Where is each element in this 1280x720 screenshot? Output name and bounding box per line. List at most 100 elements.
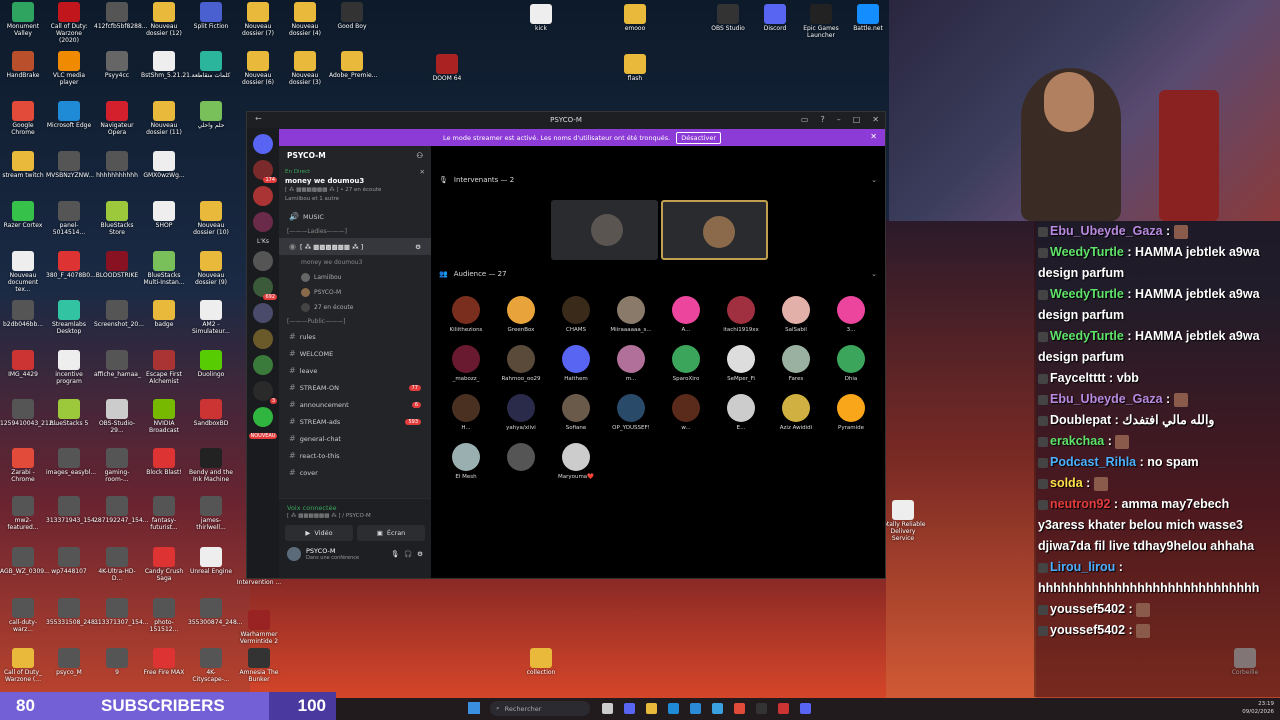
desktop-icon[interactable]: Nouveau dossier (3): [282, 51, 328, 86]
voice-connected-where[interactable]: [ ⁂ ▩▩▩▩▩▩ ⁂ ] / PSYCO-M: [287, 512, 423, 520]
speaker-tile-active[interactable]: [661, 200, 768, 260]
taskbar-search[interactable]: ⌕ Rechercher: [490, 701, 590, 716]
channel-item[interactable]: # react-to-this: [279, 447, 431, 464]
desktop-icon[interactable]: Call of Duty: Warzone (2020): [46, 2, 92, 44]
desktop-icon[interactable]: Battle.net: [845, 4, 891, 32]
audience-member[interactable]: H...: [442, 394, 490, 431]
channel-item[interactable]: # announcement 6: [279, 396, 431, 413]
desktop-icon[interactable]: flash: [612, 54, 658, 82]
store-icon[interactable]: [668, 703, 679, 714]
disable-streamer-mode-button[interactable]: Désactiver: [676, 131, 722, 144]
desktop-icon[interactable]: Duolingo: [188, 350, 234, 378]
audience-member[interactable]: Dhia: [827, 345, 875, 382]
desktop-icon[interactable]: call-duty-warz...: [0, 598, 46, 633]
desktop-icon[interactable]: Block Blast!: [141, 448, 187, 476]
desktop-icon[interactable]: 313371307_154...: [94, 598, 149, 626]
desktop-icon[interactable]: Free Fire MAX: [141, 648, 187, 676]
close-button[interactable]: ✕: [872, 115, 879, 124]
audience-member[interactable]: A...: [662, 296, 710, 333]
chat-username[interactable]: Podcast_Rihla: [1050, 455, 1136, 469]
server-icon[interactable]: [253, 251, 273, 271]
desktop-icon[interactable]: Nouveau dossier (9): [188, 251, 234, 286]
desktop-icon[interactable]: Nouveau dossier (6): [235, 51, 281, 86]
audience-member[interactable]: Miiraaaaaa_s...: [607, 296, 655, 333]
desktop-icon[interactable]: SHOP: [141, 201, 187, 229]
speaker-tile[interactable]: [551, 200, 658, 260]
inbox-icon[interactable]: ▭: [801, 115, 809, 124]
desktop-icon[interactable]: DOOM 64: [424, 54, 470, 82]
desktop-icon[interactable]: gaming-room-...: [94, 448, 140, 483]
desktop-icon[interactable]: HandBrake: [0, 51, 46, 79]
desktop-icon[interactable]: Nouveau dossier (12): [141, 2, 187, 37]
desktop-icon[interactable]: wp7448107: [46, 547, 92, 575]
audience-member[interactable]: Aziz Awididi: [772, 394, 820, 431]
desktop-icon[interactable]: Nouveau dossier (10): [188, 201, 234, 236]
desktop-icon[interactable]: panel-5014514...: [46, 201, 92, 236]
system-clock[interactable]: 23:19 09/02/2026: [1242, 700, 1274, 716]
chat-username[interactable]: neutron92: [1050, 497, 1110, 511]
desktop-icon[interactable]: Nouveau dossier (4): [282, 2, 328, 37]
desktop-icon[interactable]: OBS Studio: [705, 4, 751, 32]
chat-username[interactable]: youssef5402: [1050, 623, 1125, 637]
channel-item[interactable]: # WELCOME: [279, 345, 431, 362]
server-icon[interactable]: [253, 355, 273, 375]
desktop-icon[interactable]: Nouveau document tex...: [0, 251, 46, 293]
channel-item[interactable]: # rules: [279, 328, 431, 345]
channel-item[interactable]: # STREAM-ads 593: [279, 413, 431, 430]
obs-icon[interactable]: [756, 703, 767, 714]
audience-member[interactable]: itachi1919xx: [717, 296, 765, 333]
audience-member[interactable]: w...: [662, 394, 710, 431]
desktop-icon[interactable]: incentive program: [46, 350, 92, 385]
live-event-card[interactable]: En Direct money we doumou3 [ ⁂ ▩▩▩▩▩▩ ⁂ …: [285, 168, 425, 204]
chat-username[interactable]: Fayceltttt: [1050, 371, 1106, 385]
server-home-icon[interactable]: [253, 134, 273, 154]
desktop-icon[interactable]: kick: [518, 4, 564, 32]
add-member-icon[interactable]: ⚇: [416, 151, 423, 160]
desktop-icon[interactable]: fantasy-futurist...: [141, 496, 187, 531]
desktop-icon[interactable]: psyco_M: [46, 648, 92, 676]
desktop-icon[interactable]: Adobe_Premie...: [329, 51, 377, 79]
desktop-icon[interactable]: Monument Valley: [0, 2, 46, 37]
desktop-icon[interactable]: b2db046bb...: [0, 300, 46, 328]
audience-member[interactable]: Maryouma❤️: [552, 443, 600, 480]
desktop-icon[interactable]: emooo: [612, 4, 658, 32]
chat-username[interactable]: Lirou_lirou: [1050, 560, 1115, 574]
mail-icon[interactable]: [712, 703, 723, 714]
event-close-icon[interactable]: ✕: [420, 168, 425, 177]
desktop-icon[interactable]: NVIDIA Broadcast: [141, 399, 187, 434]
desktop-icon[interactable]: hhhhhhhhhhh: [94, 151, 140, 179]
channel-settings-icon[interactable]: ⚙: [415, 243, 421, 251]
desktop-icon[interactable]: 355331508_248...: [46, 598, 101, 626]
desktop-icon[interactable]: Escape First Alchemist: [141, 350, 187, 385]
desktop-icon[interactable]: AGB_WZ_0309...: [0, 547, 50, 575]
audience-member[interactable]: Kiliithezions: [442, 296, 490, 333]
help-icon[interactable]: ?: [820, 115, 824, 124]
audience-member[interactable]: CHAMS: [552, 296, 600, 333]
task-view-icon[interactable]: [602, 703, 613, 714]
desktop-icon[interactable]: Bendy and the Ink Machine: [188, 448, 234, 483]
chevron-down-icon[interactable]: ⌄: [871, 176, 877, 184]
desktop-icon[interactable]: 4K-Cityscape-...: [188, 648, 234, 683]
desktop-icon[interactable]: Split Fiction: [188, 2, 234, 30]
server-icon[interactable]: 692: [253, 277, 277, 300]
channel-item[interactable]: # general-chat: [279, 430, 431, 447]
chat-username[interactable]: Doublepat: [1050, 413, 1111, 427]
chat-username[interactable]: WeedyTurtle: [1050, 245, 1124, 259]
desktop-icon[interactable]: Streamlabs Desktop: [46, 300, 92, 335]
desktop-icon[interactable]: stream twitch: [0, 151, 46, 179]
headphones-icon[interactable]: 🎧: [404, 550, 412, 558]
chat-username[interactable]: WeedyTurtle: [1050, 287, 1124, 301]
desktop-icon[interactable]: 9: [94, 648, 140, 676]
channel-music[interactable]: 🔊 MUSIC: [279, 208, 431, 225]
desktop-icon[interactable]: Nouveau dossier (11): [141, 101, 187, 136]
server-icon[interactable]: [253, 212, 273, 232]
edge-icon[interactable]: [690, 703, 701, 714]
settings-icon[interactable]: ⚙: [417, 550, 423, 558]
chrome-icon[interactable]: [734, 703, 745, 714]
audience-member[interactable]: SeMper_Fi: [717, 345, 765, 382]
chat-username[interactable]: WeedyTurtle: [1050, 329, 1124, 343]
desktop-icon[interactable]: affiche_hamaa_: [94, 350, 141, 378]
app-icon[interactable]: [778, 703, 789, 714]
channel-item[interactable]: # STREAM-ON 77: [279, 379, 431, 396]
banner-close-icon[interactable]: ✕: [870, 132, 877, 141]
